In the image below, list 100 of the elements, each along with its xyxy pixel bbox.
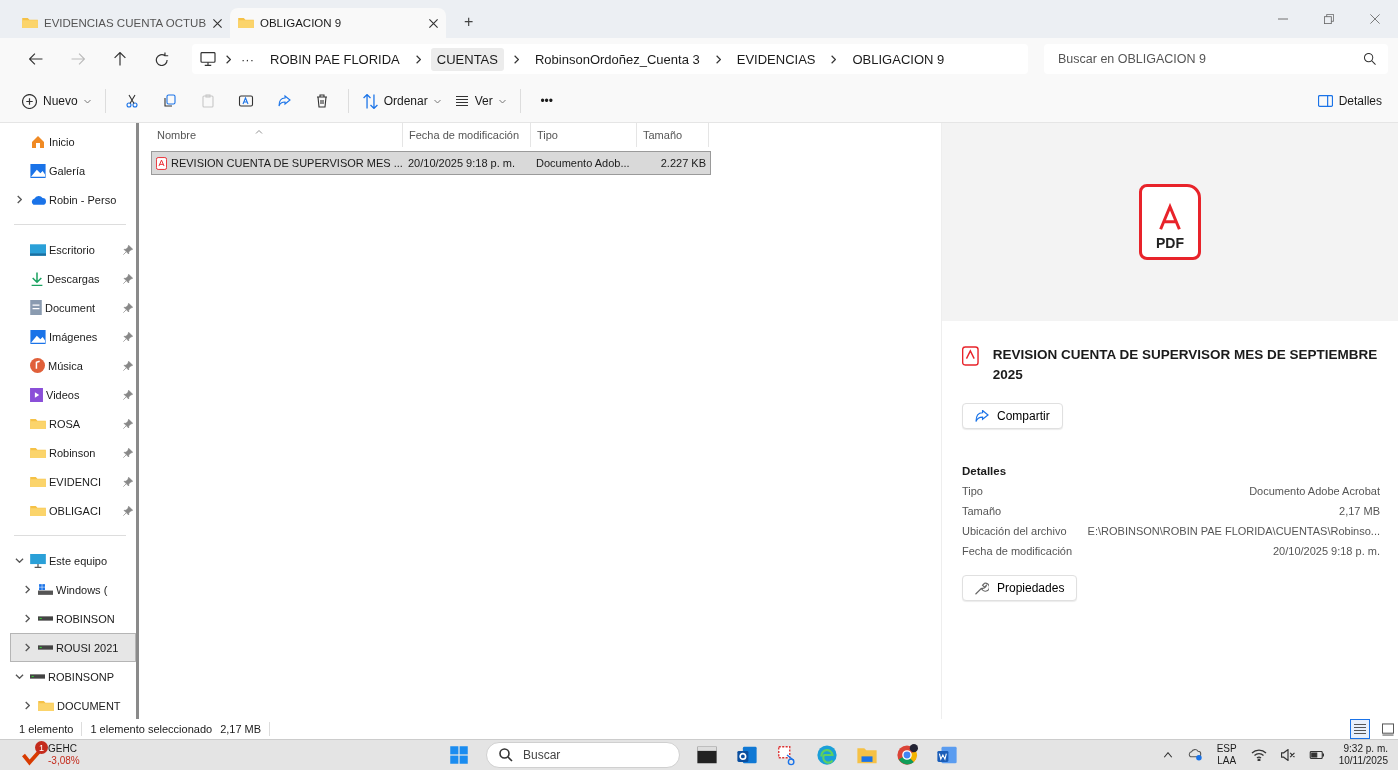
column-header[interactable]: Nombre bbox=[151, 123, 403, 147]
sidebar-item[interactable]: DOCUMENT bbox=[10, 691, 136, 719]
selection-info: 1 elemento seleccionado bbox=[90, 723, 213, 735]
view-button[interactable]: Ver bbox=[448, 85, 512, 117]
detail-value: E:\ROBINSON\ROBIN PAE FLORIDA\CUENTAS\Robinso... bbox=[1087, 525, 1380, 537]
chevron-right-icon bbox=[715, 54, 721, 64]
sidebar-item[interactable]: Robinson bbox=[10, 438, 136, 467]
sidebar-item[interactable]: Videos bbox=[10, 380, 136, 409]
folder-icon bbox=[30, 418, 46, 429]
share-icon bbox=[975, 410, 989, 422]
notification-badge: 1 bbox=[35, 741, 48, 754]
sidebar-item[interactable]: ROBINSONP bbox=[10, 662, 136, 691]
breadcrumb[interactable]: EVIDENCIAS bbox=[730, 47, 822, 71]
share-icon bbox=[275, 93, 292, 109]
file-row[interactable]: REVISION CUENTA DE SUPERVISOR MES ... 20/10/2025 9:18 p. m. Documento Adob... 2.227 KB bbox=[151, 151, 711, 175]
stock-name: GEHC bbox=[48, 743, 78, 755]
detail-label: Tamaño bbox=[962, 505, 1002, 517]
sidebar-item[interactable]: Windows ( bbox=[10, 575, 136, 604]
share-button[interactable]: Compartir bbox=[962, 403, 1063, 429]
sidebar-item[interactable]: ROUSI 2021 bbox=[10, 633, 136, 662]
breadcrumb[interactable]: ROBIN PAE FLORIDA bbox=[264, 47, 406, 71]
sidebar-item[interactable]: Escritorio bbox=[10, 235, 136, 264]
cloud-icon bbox=[30, 194, 46, 205]
taskbar-app[interactable] bbox=[894, 742, 920, 768]
wrench-icon bbox=[975, 581, 989, 595]
chevron-right-icon bbox=[831, 54, 837, 64]
search-field[interactable]: Buscar en OBLIGACION 9 bbox=[1044, 44, 1388, 74]
browser-icon bbox=[816, 744, 838, 766]
detail-label: Tipo bbox=[962, 485, 983, 497]
new-tab-button[interactable]: + bbox=[458, 12, 480, 32]
more-button[interactable]: ••• bbox=[528, 85, 565, 117]
pdf-icon: PDF bbox=[1139, 184, 1201, 260]
properties-button[interactable]: Propiedades bbox=[962, 575, 1078, 601]
detail-value: Documento Adobe Acrobat bbox=[1249, 485, 1380, 497]
column-header[interactable]: Tipo bbox=[531, 123, 637, 147]
close-icon bbox=[213, 18, 222, 28]
rename-icon bbox=[237, 93, 254, 109]
file-name: REVISION CUENTA DE SUPERVISOR MES ... bbox=[171, 157, 403, 169]
monitor-icon bbox=[30, 553, 46, 568]
arrow-up-icon bbox=[114, 52, 126, 66]
desktop-icon bbox=[30, 243, 46, 256]
caret-icon bbox=[83, 98, 91, 104]
list-icon bbox=[1354, 724, 1366, 734]
word-icon bbox=[936, 744, 958, 766]
sidebar-item[interactable]: OBLIGACI bbox=[10, 496, 136, 525]
folder-icon bbox=[30, 447, 46, 458]
folder-icon bbox=[30, 476, 46, 487]
sidebar-item[interactable]: Document bbox=[10, 293, 136, 322]
detail-value: 20/10/2025 9:18 p. m. bbox=[1272, 545, 1380, 557]
sidebar-item[interactable]: Imágenes bbox=[10, 322, 136, 351]
terminal-icon bbox=[696, 744, 718, 766]
video-icon bbox=[30, 387, 43, 402]
sidebar-item[interactable]: ROBINSON bbox=[10, 604, 136, 633]
folder-icon bbox=[38, 700, 54, 711]
muted-speaker-icon bbox=[1280, 749, 1295, 761]
drive-icon bbox=[38, 584, 53, 595]
chevron-up-icon bbox=[1162, 752, 1173, 758]
taskbar-search[interactable]: Buscar bbox=[486, 742, 680, 768]
column-header[interactable]: Fecha de modificación bbox=[403, 123, 531, 147]
sidebar-item[interactable]: Este equipo bbox=[10, 546, 136, 575]
sidebar-item[interactable]: Robin - Perso bbox=[10, 185, 136, 214]
clock-date[interactable]: 10/11/2025 bbox=[1338, 755, 1388, 767]
details-heading: Detalles bbox=[962, 465, 1008, 477]
tab[interactable]: EVIDENCIAS CUENTA OCTUB bbox=[14, 8, 230, 38]
details-pane-button[interactable]: Detalles bbox=[1311, 85, 1388, 117]
picture-icon bbox=[30, 163, 46, 178]
sidebar-item[interactable]: ROSA bbox=[10, 409, 136, 438]
drive-icon bbox=[38, 616, 53, 621]
tab[interactable]: OBLIGACION 9 bbox=[230, 8, 446, 38]
sidebar-item[interactable]: Inicio bbox=[10, 127, 136, 156]
clock-time[interactable]: 9:32 p. m. bbox=[1338, 743, 1388, 755]
input-language[interactable]: ESP bbox=[1216, 743, 1237, 755]
copy-icon bbox=[161, 93, 178, 109]
details-view-button[interactable] bbox=[1350, 719, 1370, 739]
new-button[interactable]: Nuevo bbox=[16, 85, 97, 117]
folder-icon bbox=[22, 18, 38, 28]
cloud-icon bbox=[1186, 749, 1203, 761]
detail-label: Fecha de modificación bbox=[962, 545, 1073, 557]
monitor-icon bbox=[200, 52, 216, 66]
breadcrumb[interactable]: CUENTAS bbox=[430, 47, 504, 71]
sidebar-item[interactable]: Galería bbox=[10, 156, 136, 185]
pdf-file-icon bbox=[156, 156, 167, 170]
sidebar-item[interactable]: EVIDENCI bbox=[10, 467, 136, 496]
sidebar-item[interactable]: Música bbox=[10, 351, 136, 380]
column-header[interactable]: Tamaño bbox=[637, 123, 709, 147]
caret-icon bbox=[498, 98, 506, 104]
pdf-file-icon bbox=[962, 345, 979, 367]
file-size: 2.227 KB bbox=[660, 157, 706, 169]
folder-icon bbox=[30, 505, 46, 516]
more-path-button[interactable]: ··· bbox=[241, 51, 254, 67]
keyboard-layout[interactable]: LAA bbox=[1217, 755, 1237, 767]
picture-icon bbox=[30, 329, 46, 344]
selection-size: 2,17 MB bbox=[220, 723, 262, 735]
sort-button[interactable]: Ordenar bbox=[356, 85, 447, 117]
breadcrumb[interactable]: RobinsonOrdoñez_Cuenta 3 bbox=[528, 47, 706, 71]
sidebar-item[interactable]: Descargas bbox=[10, 264, 136, 293]
address-bar[interactable]: ··· ROBIN PAE FLORIDA CUENTAS RobinsonOrdoñez_Cuenta 3 EVIDENCIAS OBLIGACION 9 bbox=[192, 44, 1028, 74]
tile-icon bbox=[1382, 722, 1394, 736]
breadcrumb[interactable]: OBLIGACION 9 bbox=[846, 47, 951, 71]
scissors-icon bbox=[123, 93, 140, 109]
